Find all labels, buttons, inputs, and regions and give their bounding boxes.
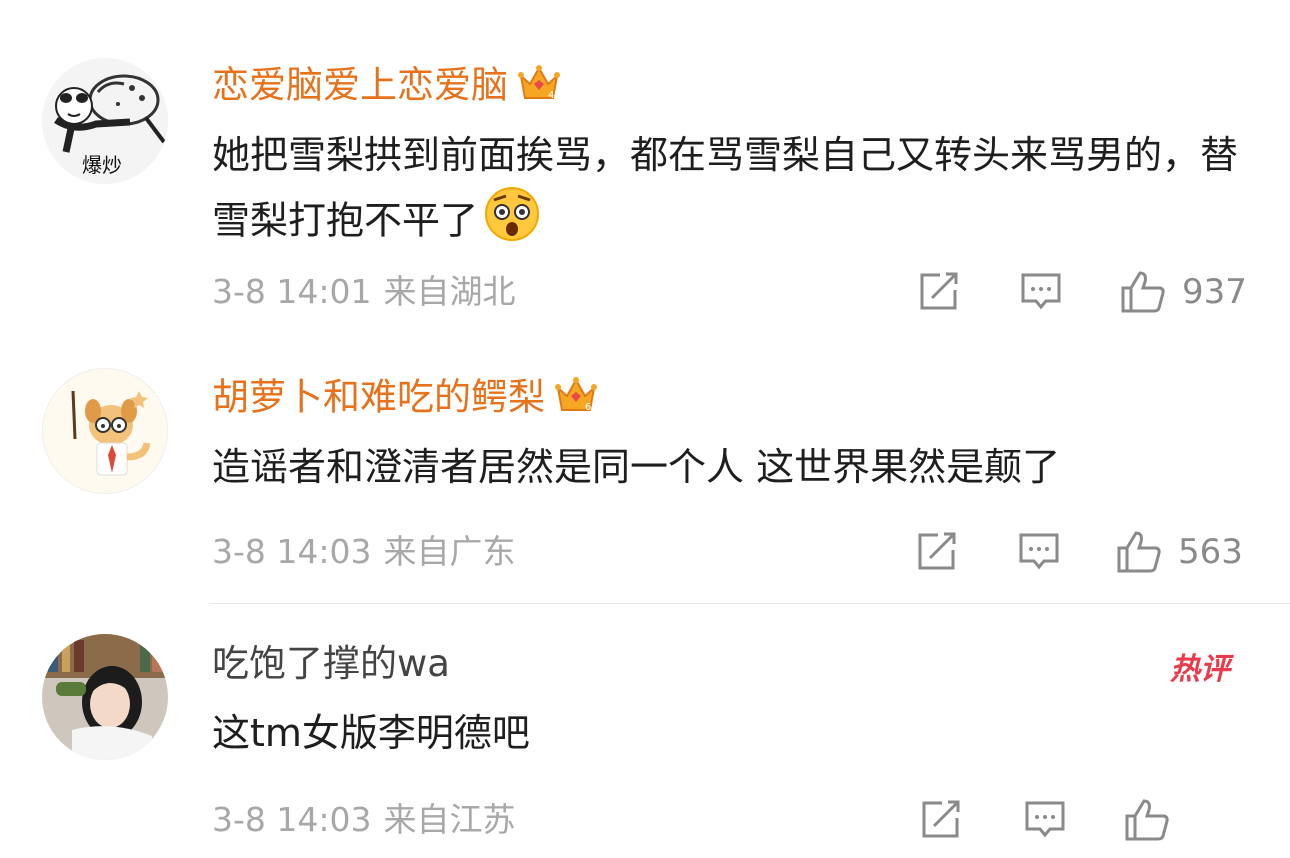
comment-icon: [1021, 273, 1061, 310]
comment-button[interactable]: [1018, 532, 1060, 572]
share-button[interactable]: [916, 532, 958, 572]
comment-time: 3-8 14:03: [212, 532, 372, 571]
comment-time: 3-8 14:03: [212, 800, 372, 839]
username-text[interactable]: 胡萝卜和难吃的鳄梨: [212, 376, 545, 419]
comment-meta: 3-8 14:01 来自湖北: [212, 272, 528, 312]
username[interactable]: 吃饱了撑的wa: [212, 642, 450, 686]
shocked-face-icon: [484, 186, 540, 260]
comment-text: 造谣者和澄清者居然是同一个人 这世界果然是颠了: [212, 445, 1061, 489]
crown-icon: 4: [518, 62, 560, 112]
username[interactable]: 胡萝卜和难吃的鳄梨 6: [212, 374, 597, 424]
comment-time: 3-8 14:01: [212, 272, 372, 311]
username[interactable]: 恋爱脑爱上恋爱脑 4: [212, 62, 560, 112]
avatar[interactable]: [42, 368, 168, 494]
comment-location: 来自江苏: [383, 800, 516, 839]
comment-item: 爆炒 恋爱脑爱上恋爱脑 4 她把雪梨拱到前面挨骂，都在骂雪梨自己又转头来骂男的，…: [0, 0, 1290, 330]
comment-button[interactable]: [1024, 800, 1066, 840]
share-button[interactable]: [918, 272, 960, 312]
share-icon: [920, 272, 958, 310]
avatar-label: 爆炒: [82, 153, 122, 177]
avatar-image: 爆炒: [42, 58, 168, 184]
thumbs-up-icon: [1117, 531, 1161, 573]
comment-text: 这tm女版李明德吧: [212, 711, 530, 755]
svg-text:6: 6: [585, 402, 591, 413]
comment-meta: 3-8 14:03 来自广东: [212, 532, 528, 572]
like-button[interactable]: 937: [1120, 270, 1247, 314]
comment-text: 她把雪梨拱到前面挨骂，都在骂雪梨自己又转头来骂男的，替雪梨打抱不平了: [212, 124, 1262, 260]
avatar-image: [43, 369, 167, 493]
thumbs-up-icon: [1121, 271, 1165, 313]
hot-comment-badge: 热评: [1170, 652, 1230, 687]
comment-meta: 3-8 14:03 来自江苏: [212, 800, 528, 840]
avatar-image: [42, 634, 168, 760]
share-button[interactable]: [920, 800, 962, 840]
comment-location: 来自广东: [383, 532, 516, 571]
share-icon: [922, 800, 960, 838]
thumbs-up-icon: [1125, 799, 1169, 841]
comment-icon: [1025, 801, 1065, 838]
comment-location: 来自湖北: [383, 272, 516, 311]
like-button[interactable]: [1124, 798, 1170, 842]
share-icon: [918, 532, 956, 570]
like-button[interactable]: 563: [1116, 530, 1243, 574]
comment-item: 胡萝卜和难吃的鳄梨 6 造谣者和澄清者居然是同一个人 这世界果然是颠了 3-8 …: [0, 330, 1290, 600]
comment-item: 吃饱了撑的wa 热评 这tm女版李明德吧 3-8 14:03 来自江苏: [0, 604, 1290, 858]
crown-icon: 6: [555, 374, 597, 424]
username-text[interactable]: 恋爱脑爱上恋爱脑: [212, 64, 508, 107]
like-count: 937: [1182, 272, 1247, 312]
svg-text:4: 4: [548, 90, 554, 101]
comment-button[interactable]: [1020, 272, 1062, 312]
avatar[interactable]: 爆炒: [42, 58, 168, 184]
comment-icon: [1019, 533, 1059, 570]
avatar[interactable]: [42, 634, 168, 760]
like-count: 563: [1178, 532, 1243, 572]
